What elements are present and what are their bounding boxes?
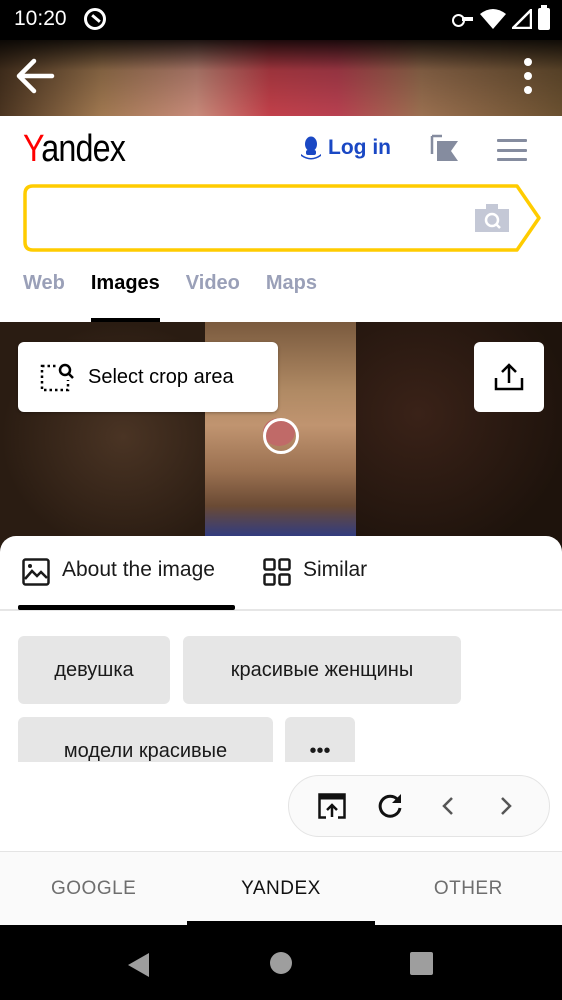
refresh-button[interactable]	[372, 788, 408, 824]
at-sign-icon	[84, 8, 106, 30]
grid-icon	[263, 558, 291, 586]
signal-icon	[512, 9, 532, 29]
hamburger-menu-icon	[497, 139, 527, 142]
crop-search-icon	[40, 362, 76, 392]
more-vertical-icon	[524, 58, 532, 66]
arrow-left-icon	[16, 58, 55, 94]
back-button[interactable]	[14, 56, 56, 96]
search-engine-tabs: GOOGLE YANDEX OTHER	[0, 851, 562, 925]
active-tab-indicator	[18, 605, 235, 610]
battery-icon	[538, 5, 550, 30]
image-viewer[interactable]: Select crop area	[0, 322, 562, 552]
image-icon	[22, 558, 50, 586]
more-options-button[interactable]	[518, 56, 538, 96]
status-icons	[452, 5, 550, 30]
tab-images[interactable]: Images	[90, 272, 160, 322]
nav-home-icon[interactable]	[270, 952, 292, 974]
nav-recents-icon[interactable]	[410, 952, 433, 975]
share-upload-icon	[494, 363, 524, 391]
tab-similar[interactable]: Similar	[263, 558, 367, 610]
android-navigation-bar	[0, 925, 562, 1000]
open-in-browser-button[interactable]	[314, 788, 350, 824]
collections-flag-icon	[430, 134, 458, 161]
select-crop-area-button[interactable]: Select crop area	[18, 342, 278, 412]
about-tab-label: About the image	[62, 558, 215, 581]
wifi-icon	[480, 9, 506, 29]
camera-search-button[interactable]	[475, 204, 509, 232]
tag-list: девушка красивые женщины модели красивые…	[18, 636, 558, 762]
image-background-strip	[0, 40, 562, 116]
tab-other[interactable]: OTHER	[375, 852, 562, 925]
tab-web[interactable]: Web	[23, 272, 65, 322]
refresh-icon	[378, 794, 402, 818]
status-time: 10:20	[14, 7, 67, 30]
image-info-sheet: About the image Similar девушка красивые…	[0, 536, 562, 852]
search-input[interactable]	[37, 198, 467, 238]
more-tags-button[interactable]: •••	[285, 717, 355, 762]
tag-chip[interactable]: красивые женщины	[183, 636, 461, 704]
search-box[interactable]	[23, 184, 543, 252]
tab-maps[interactable]: Maps	[266, 272, 317, 322]
tab-google[interactable]: GOOGLE	[0, 852, 187, 925]
yandex-logo[interactable]: Yandex	[23, 128, 126, 171]
crop-label: Select crop area	[88, 365, 234, 388]
forward-page-button[interactable]	[488, 788, 524, 824]
tab-video[interactable]: Video	[186, 272, 240, 322]
chevron-left-icon	[442, 797, 453, 815]
open-in-browser-icon	[318, 793, 346, 819]
login-label: Log in	[328, 136, 391, 159]
similar-tab-label: Similar	[303, 558, 368, 581]
tag-chip[interactable]: девушка	[18, 636, 170, 704]
chevron-right-icon	[501, 797, 512, 815]
status-bar: 10:20	[0, 0, 562, 40]
sheet-tabs: About the image Similar	[0, 536, 562, 611]
nav-back-icon[interactable]	[127, 952, 151, 978]
tab-about-the-image[interactable]: About the image	[22, 558, 215, 610]
collections-button[interactable]	[430, 134, 460, 164]
yandex-header: Yandex Log in Web Images Video Maps	[0, 116, 562, 322]
object-focus-marker[interactable]	[263, 418, 299, 454]
browser-controls	[288, 775, 550, 837]
tag-chip[interactable]: модели красивые	[18, 717, 273, 762]
user-icon	[301, 136, 321, 160]
vpn-key-icon	[452, 13, 474, 27]
camera-search-icon	[475, 204, 509, 232]
share-button[interactable]	[474, 342, 544, 412]
login-button[interactable]: Log in	[300, 136, 391, 160]
service-tabs: Web Images Video Maps	[23, 272, 317, 322]
menu-button[interactable]	[497, 139, 527, 161]
back-page-button[interactable]	[430, 788, 466, 824]
tab-yandex[interactable]: YANDEX	[187, 852, 375, 925]
